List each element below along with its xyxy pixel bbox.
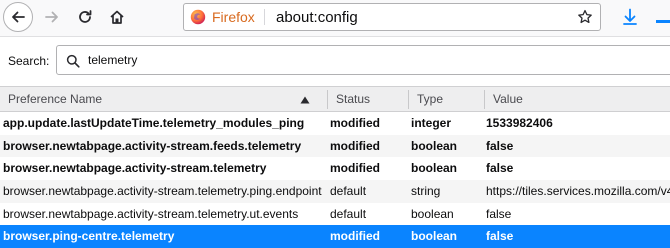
pref-status: modified <box>330 138 380 153</box>
pref-value: false <box>486 229 514 244</box>
identity-label: Firefox <box>212 9 255 25</box>
bookmark-star-icon <box>578 9 592 24</box>
back-button[interactable] <box>3 2 33 32</box>
pref-name: browser.newtabpage.activity-stream.feeds… <box>3 138 302 153</box>
pref-name: browser.newtabpage.activity-stream.telem… <box>3 161 267 176</box>
search-label: Search: <box>8 54 50 68</box>
toolbar-edge-indicator <box>656 20 670 23</box>
download-arrow-icon <box>623 8 637 25</box>
firefox-logo-icon <box>190 9 206 25</box>
reload-icon <box>79 10 92 23</box>
table-row-selected[interactable]: browser.ping-centre.telemetry modified b… <box>0 225 670 248</box>
pref-name: browser.ping-centre.telemetry <box>3 229 175 244</box>
pref-status: default <box>330 184 367 199</box>
pref-type: boolean <box>411 206 454 221</box>
column-header-preference-name[interactable]: Preference Name <box>0 87 330 112</box>
table-row[interactable]: browser.newtabpage.activity-stream.telem… <box>0 157 670 180</box>
sort-ascending-icon <box>300 96 310 104</box>
bookmark-star-button[interactable] <box>576 8 594 26</box>
pref-status: modified <box>330 161 380 176</box>
preferences-table: Preference Name Status Type Value app.up… <box>0 86 670 248</box>
navigation-toolbar: Firefox about:config <box>0 0 670 36</box>
pref-type: boolean <box>411 161 458 176</box>
pref-name: browser.newtabpage.activity-stream.telem… <box>3 206 299 221</box>
reload-button[interactable] <box>70 2 100 32</box>
pref-status: default <box>330 206 367 221</box>
table-row[interactable]: app.update.lastUpdateTime.telemetry_modu… <box>0 112 670 135</box>
downloads-button[interactable] <box>619 4 641 30</box>
column-header-status[interactable]: Status <box>328 87 408 112</box>
pref-value: 1533982406 <box>486 116 553 130</box>
pref-value: false <box>486 138 514 153</box>
search-bar: Search: telemetry <box>0 36 670 86</box>
pref-type: integer <box>411 116 452 130</box>
column-header-value[interactable]: Value <box>485 87 670 112</box>
search-value: telemetry <box>88 53 138 67</box>
search-input[interactable]: telemetry <box>56 45 670 75</box>
column-header-type[interactable]: Type <box>409 87 485 112</box>
pref-type: boolean <box>411 138 458 153</box>
address-bar[interactable]: Firefox about:config <box>183 3 601 31</box>
home-button[interactable] <box>102 2 132 32</box>
identity-box[interactable]: Firefox <box>190 8 255 26</box>
pref-type: string <box>411 184 441 199</box>
pref-name: browser.newtabpage.activity-stream.telem… <box>3 184 322 199</box>
table-row[interactable]: browser.newtabpage.activity-stream.feeds… <box>0 134 670 158</box>
pref-status: modified <box>330 116 380 130</box>
pref-name: app.update.lastUpdateTime.telemetry_modu… <box>3 116 305 130</box>
url-text[interactable]: about:config <box>276 9 358 26</box>
forward-arrow-icon <box>45 11 58 23</box>
forward-button[interactable] <box>37 2 67 32</box>
pref-status: modified <box>330 229 380 244</box>
pref-type: boolean <box>411 229 458 244</box>
pref-value: false <box>486 206 512 221</box>
identity-separator <box>264 9 265 25</box>
pref-value: false <box>486 161 514 176</box>
search-icon <box>66 54 80 68</box>
back-arrow-icon <box>12 11 25 23</box>
table-row[interactable]: browser.newtabpage.activity-stream.telem… <box>0 180 670 203</box>
table-row[interactable]: browser.newtabpage.activity-stream.telem… <box>0 203 670 226</box>
home-icon <box>110 10 124 24</box>
table-header: Preference Name Status Type Value <box>0 86 670 112</box>
pref-value: https://tiles.services.mozilla.com/v4 <box>486 184 670 199</box>
